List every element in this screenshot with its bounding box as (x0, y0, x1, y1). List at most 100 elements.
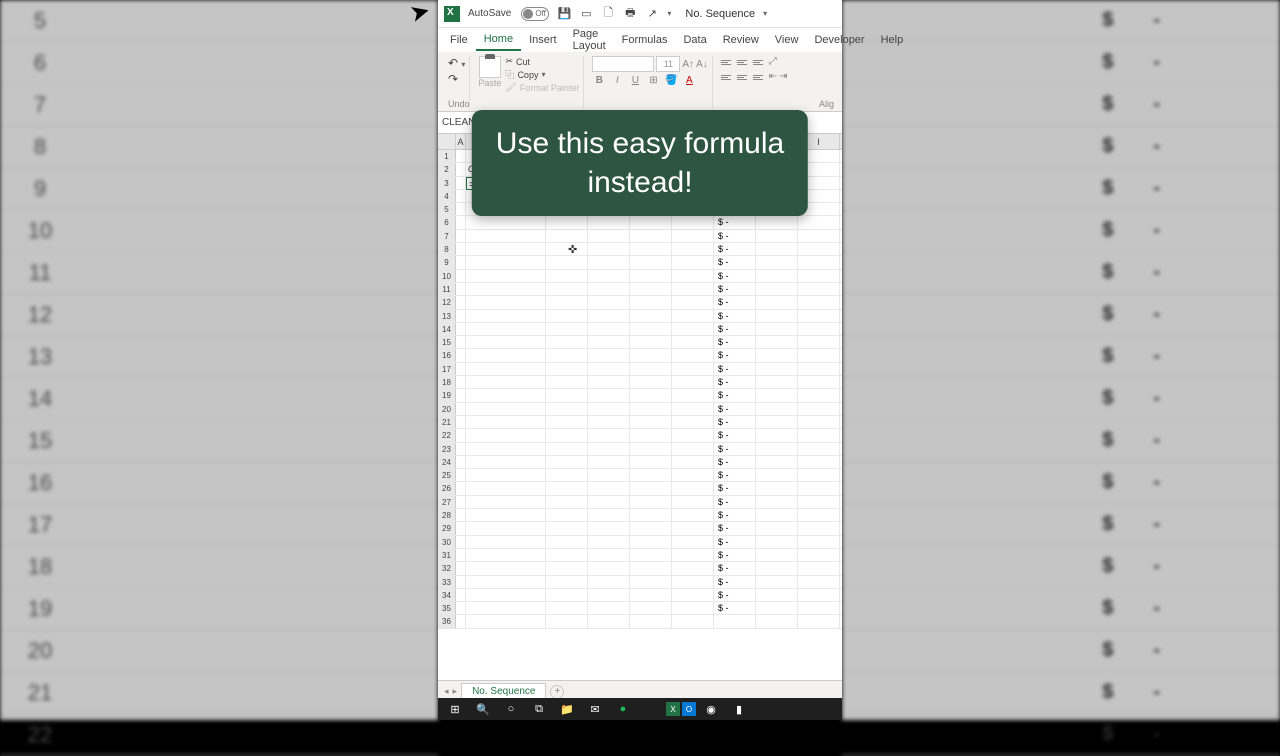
ribbon-tab-home[interactable]: Home (476, 29, 521, 51)
row-header[interactable]: 33 (438, 576, 456, 588)
cell[interactable] (798, 256, 840, 268)
cell[interactable] (456, 615, 466, 627)
cell[interactable] (546, 602, 588, 614)
cell[interactable]: $ - (714, 216, 756, 228)
row-header[interactable]: 1 (438, 150, 456, 162)
cell[interactable] (756, 216, 798, 228)
cell[interactable]: $ - (714, 536, 756, 548)
cell[interactable] (756, 496, 798, 508)
ribbon-tab-data[interactable]: Data (675, 30, 714, 50)
task-view-icon[interactable]: ⧉ (526, 700, 552, 718)
cell[interactable] (630, 549, 672, 561)
row-header[interactable]: 24 (438, 456, 456, 468)
cell[interactable] (588, 589, 630, 601)
cell[interactable] (546, 509, 588, 521)
cell[interactable] (672, 482, 714, 494)
cell[interactable]: $ - (714, 230, 756, 242)
filename[interactable]: No. Sequence (685, 8, 755, 20)
border-button[interactable]: ⊞ (646, 75, 660, 86)
cell[interactable] (456, 323, 466, 335)
cell[interactable] (466, 363, 546, 375)
cell[interactable]: $ - (714, 522, 756, 534)
cell[interactable]: $ - (714, 323, 756, 335)
cell[interactable] (630, 349, 672, 361)
cell[interactable] (466, 615, 546, 627)
cell[interactable] (546, 456, 588, 468)
cell[interactable] (466, 522, 546, 534)
cell[interactable] (798, 270, 840, 282)
cell[interactable] (672, 429, 714, 441)
cell[interactable] (456, 296, 466, 308)
row-header[interactable]: 11 (438, 283, 456, 295)
cell[interactable] (756, 522, 798, 534)
cell[interactable] (588, 389, 630, 401)
cell[interactable] (630, 310, 672, 322)
cell[interactable] (672, 283, 714, 295)
font-family-select[interactable] (592, 56, 654, 72)
cell[interactable]: $ - (714, 376, 756, 388)
cell[interactable] (756, 416, 798, 428)
cell[interactable] (466, 482, 546, 494)
row-header[interactable]: 5 (438, 203, 456, 215)
cell[interactable] (672, 576, 714, 588)
cell[interactable] (466, 536, 546, 548)
qat-icon-3[interactable]: 🖶 (623, 7, 637, 21)
cell[interactable] (588, 509, 630, 521)
cell[interactable] (456, 443, 466, 455)
cell[interactable] (630, 270, 672, 282)
cell[interactable] (466, 416, 546, 428)
cell[interactable] (466, 270, 546, 282)
cell[interactable] (798, 429, 840, 441)
cell[interactable] (798, 576, 840, 588)
format-painter-button[interactable]: 🖌Format Painter (505, 82, 579, 93)
cell[interactable] (672, 456, 714, 468)
cell[interactable] (672, 270, 714, 282)
select-all-corner[interactable] (438, 134, 456, 149)
cell[interactable] (630, 243, 672, 255)
ribbon-tab-help[interactable]: Help (873, 30, 912, 50)
cell[interactable] (456, 349, 466, 361)
cell[interactable] (798, 349, 840, 361)
sheet-nav-next[interactable]: ▸ (453, 686, 458, 697)
cell[interactable] (588, 243, 630, 255)
row-header[interactable]: 14 (438, 323, 456, 335)
row-header[interactable]: 20 (438, 403, 456, 415)
cell[interactable] (466, 589, 546, 601)
cell[interactable] (756, 230, 798, 242)
search-icon[interactable]: 🔍 (470, 700, 496, 718)
row-header[interactable]: 9 (438, 256, 456, 268)
row-header[interactable]: 10 (438, 270, 456, 282)
cell[interactable] (798, 443, 840, 455)
sheet-nav-prev[interactable]: ◂ (444, 686, 449, 697)
cell[interactable] (466, 576, 546, 588)
row-header[interactable]: 15 (438, 336, 456, 348)
redo-button[interactable]: ↷ (448, 72, 465, 86)
row-header[interactable]: 23 (438, 443, 456, 455)
cell[interactable] (630, 536, 672, 548)
cell[interactable] (588, 615, 630, 627)
cell[interactable] (546, 589, 588, 601)
indent-dec-button[interactable]: ⇤ (769, 71, 777, 83)
cell[interactable] (466, 336, 546, 348)
cell[interactable] (798, 323, 840, 335)
cell[interactable] (546, 363, 588, 375)
cell[interactable] (798, 230, 840, 242)
font-increase-icon[interactable]: A↑ (682, 59, 694, 70)
align-center-button[interactable] (737, 71, 751, 83)
cell[interactable] (466, 216, 546, 228)
cell[interactable] (630, 482, 672, 494)
cell[interactable] (756, 602, 798, 614)
cell[interactable] (756, 296, 798, 308)
row-header[interactable]: 28 (438, 509, 456, 521)
cell[interactable] (588, 323, 630, 335)
cell[interactable] (588, 216, 630, 228)
cell[interactable] (630, 509, 672, 521)
cell[interactable] (630, 403, 672, 415)
cell[interactable] (798, 243, 840, 255)
cell[interactable] (798, 482, 840, 494)
cell[interactable] (466, 389, 546, 401)
cell[interactable] (588, 310, 630, 322)
cell[interactable] (546, 336, 588, 348)
cell[interactable] (456, 589, 466, 601)
cell[interactable] (466, 256, 546, 268)
